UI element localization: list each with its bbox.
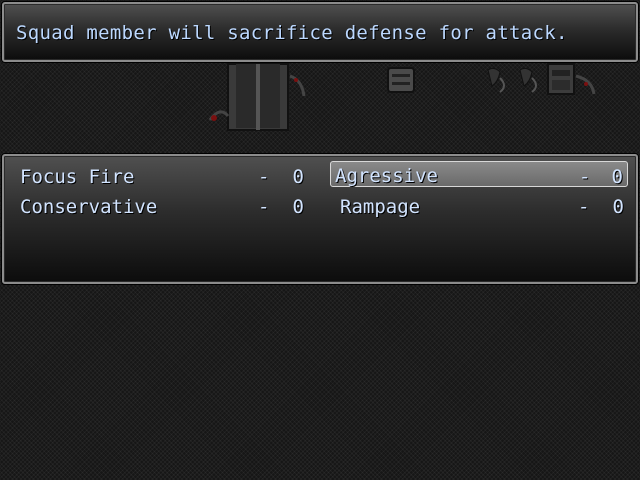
command-dash: - [258, 196, 270, 218]
command-agressive[interactable]: Agressive - 0 [330, 161, 628, 188]
command-value: 0 [292, 166, 304, 188]
command-rampage[interactable]: Rampage - 0 [330, 192, 628, 218]
map-background [208, 63, 596, 131]
command-dash: - [579, 166, 591, 188]
help-window: Squad member will sacrifice defense for … [2, 2, 638, 62]
command-focus-fire[interactable]: Focus Fire - 0 [10, 162, 308, 188]
command-label: Agressive [335, 165, 438, 187]
help-text: Squad member will sacrifice defense for … [16, 22, 568, 44]
door-sprite [208, 63, 306, 131]
command-value: 0 [612, 196, 624, 218]
command-conservative[interactable]: Conservative - 0 [10, 192, 308, 218]
barrel-sprite [387, 67, 415, 93]
command-label: Rampage [340, 196, 421, 218]
command-label: Conservative [20, 196, 158, 218]
tactics-command-window: Focus Fire - 0 Agressive - 0 Conservativ… [2, 154, 638, 284]
command-dash: - [578, 196, 590, 218]
machine-sprite [487, 63, 596, 95]
command-value: 0 [292, 196, 304, 218]
command-value: 0 [611, 166, 623, 188]
command-dash: - [258, 166, 270, 188]
command-label: Focus Fire [20, 166, 135, 188]
